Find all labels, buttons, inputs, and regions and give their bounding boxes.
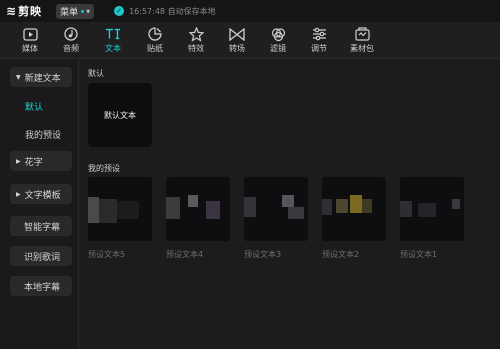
default-text-card-label: 默认文本 bbox=[104, 110, 136, 120]
asset-toolbar: 媒体 音频 文本 贴纸 特效 转场 滤镜 调节 素材包 bbox=[0, 22, 500, 59]
tab-audio[interactable]: 音频 bbox=[54, 26, 88, 54]
sidebar-item-label: 文字模板 bbox=[24, 190, 61, 201]
asset-pack-icon bbox=[354, 26, 370, 42]
app-name: 剪映 bbox=[18, 5, 43, 18]
sidebar-item-text-templates[interactable]: ▶ 文字模板 bbox=[10, 184, 72, 204]
preset-thumbnail-5[interactable] bbox=[88, 177, 152, 241]
sidebar-item-new-text[interactable]: ▼ 新建文本 bbox=[10, 67, 72, 87]
effects-icon bbox=[188, 26, 204, 42]
tab-audio-label: 音频 bbox=[63, 44, 79, 53]
sidebar-item-recognize-lyrics[interactable]: 识别歌词 bbox=[10, 246, 72, 266]
sidebar-item-label: 新建文本 bbox=[24, 73, 61, 84]
tab-asset-pack[interactable]: 素材包 bbox=[345, 26, 379, 54]
sidebar-item-label: 花字 bbox=[24, 157, 43, 168]
logo-icon: ≋ bbox=[6, 4, 17, 18]
menu-label: 菜单 bbox=[60, 7, 79, 18]
tab-asset-pack-label: 素材包 bbox=[350, 44, 374, 53]
sidebar-item-smart-captions[interactable]: 智能字幕 bbox=[10, 216, 72, 236]
adjust-icon bbox=[311, 26, 327, 42]
menu-button[interactable]: 菜单 ▾ bbox=[56, 3, 95, 19]
tab-adjust[interactable]: 调节 bbox=[302, 26, 336, 54]
preset-name-3: 预设文本3 bbox=[244, 250, 282, 259]
tab-adjust-label: 调节 bbox=[311, 44, 327, 53]
tab-sticker-label: 贴纸 bbox=[147, 44, 163, 53]
media-icon bbox=[22, 26, 38, 42]
section-title-default: 默认 bbox=[88, 69, 104, 78]
tab-effects[interactable]: 特效 bbox=[179, 26, 213, 54]
tab-text[interactable]: 文本 bbox=[96, 26, 130, 54]
preset-name-5: 预设文本5 bbox=[88, 250, 126, 259]
caret-right-icon: ▶ bbox=[16, 157, 21, 165]
sticker-icon bbox=[147, 26, 163, 42]
caret-down-icon: ▼ bbox=[16, 73, 21, 81]
text-asset-panel: 默认 默认文本 我的预设 预设文本5 预设文本4 预设文本3 预设文本2 预设文… bbox=[79, 59, 500, 349]
default-text-card[interactable]: 默认文本 bbox=[88, 83, 152, 147]
preset-thumbnail-4[interactable] bbox=[166, 177, 230, 241]
caret-right-icon: ▶ bbox=[16, 190, 21, 198]
tab-media[interactable]: 媒体 bbox=[13, 26, 47, 54]
preset-name-1: 预设文本1 bbox=[400, 250, 438, 259]
tab-text-label: 文本 bbox=[105, 44, 121, 53]
filter-icon bbox=[270, 26, 286, 42]
sidebar-item-label: 识别歌词 bbox=[24, 252, 61, 263]
tab-transition[interactable]: 转场 bbox=[220, 26, 254, 54]
transition-icon bbox=[229, 26, 245, 42]
tab-effects-label: 特效 bbox=[188, 44, 204, 53]
autosave-text: 16:57:48 自动保存本地 bbox=[129, 6, 216, 16]
autosave-status: ✓ 16:57:48 自动保存本地 bbox=[114, 6, 216, 17]
tab-sticker[interactable]: 贴纸 bbox=[138, 26, 172, 54]
sidebar-item-my-presets[interactable]: 我的预设 bbox=[25, 128, 61, 141]
preset-thumbnail-3[interactable] bbox=[244, 177, 308, 241]
check-circle-icon: ✓ bbox=[114, 6, 125, 16]
audio-icon bbox=[63, 26, 79, 42]
sidebar-item-label: 本地字幕 bbox=[24, 282, 61, 293]
section-title-my-presets: 我的预设 bbox=[88, 164, 120, 173]
sidebar-item-local-captions[interactable]: 本地字幕 bbox=[10, 276, 72, 296]
tab-filter-label: 滤镜 bbox=[270, 44, 286, 53]
sidebar-item-default[interactable]: 默认 bbox=[25, 100, 43, 113]
app-logo: ≋ 剪映 bbox=[6, 3, 42, 19]
sidebar-item-fancy-text[interactable]: ▶ 花字 bbox=[10, 151, 72, 171]
title-bar: ≋ 剪映 菜单 ▾ ✓ 16:57:48 自动保存本地 bbox=[0, 0, 500, 22]
chevron-down-icon: ▾ bbox=[86, 6, 91, 16]
tab-filter[interactable]: 滤镜 bbox=[261, 26, 295, 54]
text-icon bbox=[105, 26, 121, 42]
sidebar-item-label: 智能字幕 bbox=[24, 222, 61, 233]
tab-media-label: 媒体 bbox=[22, 44, 38, 53]
preset-thumbnail-1[interactable] bbox=[400, 177, 464, 241]
text-category-sidebar: ▼ 新建文本 默认 我的预设 ▶ 花字 ▶ 文字模板 智能字幕 识别歌词 本地字… bbox=[0, 59, 79, 349]
menu-indicator-dot bbox=[81, 9, 85, 13]
preset-name-4: 预设文本4 bbox=[166, 250, 204, 259]
tab-transition-label: 转场 bbox=[229, 44, 245, 53]
preset-thumbnail-2[interactable] bbox=[322, 177, 386, 241]
preset-name-2: 预设文本2 bbox=[322, 250, 360, 259]
